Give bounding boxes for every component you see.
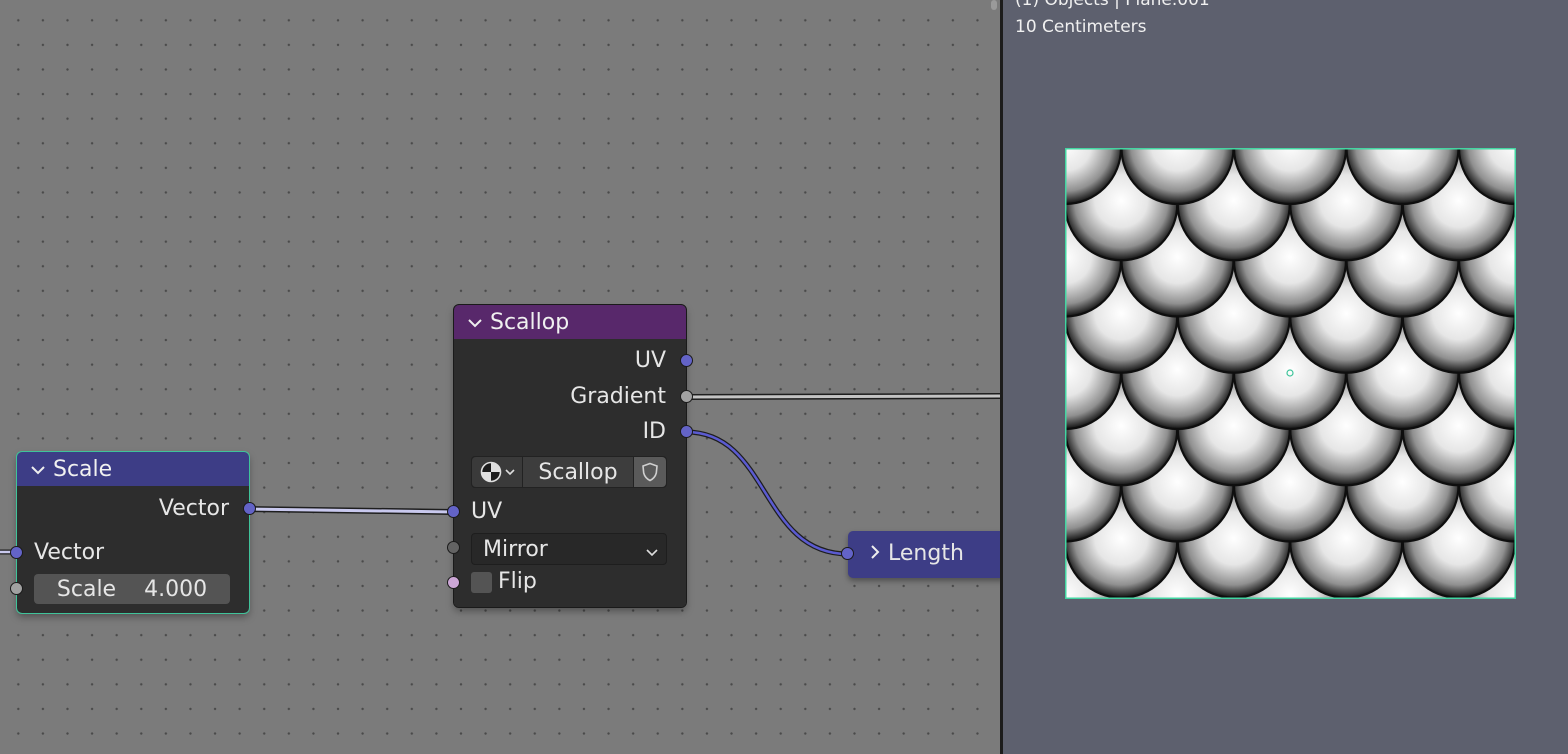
scrollbar[interactable] xyxy=(991,0,997,10)
chevron-down-icon[interactable] xyxy=(468,313,482,332)
output-id-socket[interactable] xyxy=(680,425,693,438)
input-mode-socket[interactable] xyxy=(447,541,460,554)
datablock-name[interactable]: Scallop xyxy=(522,457,633,487)
chevron-down-icon[interactable] xyxy=(31,460,45,479)
scale-field[interactable]: Scale 4.000 xyxy=(34,574,230,604)
node-editor[interactable]: Scale Vector Vector Scale 4.000 Scallop … xyxy=(0,0,1000,754)
input-socket[interactable] xyxy=(841,547,854,560)
mode-dropdown-value: Mirror xyxy=(483,536,548,562)
node-title: Length xyxy=(888,541,964,566)
flip-label: Flip xyxy=(498,569,537,594)
scale-field-label: Scale xyxy=(56,576,117,602)
input-vector-socket[interactable] xyxy=(10,546,23,559)
output-vector-label: Vector xyxy=(158,496,229,521)
output-vector-socket[interactable] xyxy=(243,502,256,515)
scallop-node-header[interactable]: Scallop xyxy=(454,305,686,339)
fake-user-shield-icon[interactable] xyxy=(633,457,666,487)
flip-checkbox[interactable] xyxy=(471,572,492,593)
length-node[interactable]: Length xyxy=(841,531,1000,578)
node-title: Scallop xyxy=(490,309,570,335)
scallop-node[interactable]: Scallop UV Gradient ID Scallop UV Mirror… xyxy=(447,304,693,608)
output-gradient-socket[interactable] xyxy=(680,390,693,403)
input-uv-socket[interactable] xyxy=(447,505,460,518)
viewport[interactable]: (1) Objects | Plane.001 10 Centimeters xyxy=(1000,0,1568,754)
input-flip-socket[interactable] xyxy=(447,576,460,589)
input-uv-label: UV xyxy=(471,499,503,524)
scale-node-header[interactable]: Scale xyxy=(17,452,249,486)
output-uv-socket[interactable] xyxy=(680,354,693,367)
output-uv-label: UV xyxy=(634,348,666,373)
node-title: Scale xyxy=(53,456,113,482)
dropdown-chevron-icon xyxy=(646,537,658,562)
scallop-preview[interactable] xyxy=(1065,148,1516,599)
input-vector-label: Vector xyxy=(34,540,105,565)
chevron-right-icon[interactable] xyxy=(870,544,880,563)
output-id-label: ID xyxy=(642,419,666,444)
scale-node[interactable]: Scale Vector Vector Scale 4.000 xyxy=(10,451,256,614)
material-sphere-icon[interactable] xyxy=(472,457,522,487)
object-info-text: (1) Objects | Plane.001 xyxy=(1015,0,1210,10)
input-scale-socket[interactable] xyxy=(10,582,23,595)
output-gradient-label: Gradient xyxy=(570,384,666,409)
scale-info-text: 10 Centimeters xyxy=(1015,17,1147,37)
mode-dropdown[interactable]: Mirror xyxy=(471,533,667,565)
scale-field-value: 4.000 xyxy=(144,576,208,602)
link-id-length xyxy=(685,429,849,557)
datablock-selector[interactable]: Scallop xyxy=(471,456,667,488)
